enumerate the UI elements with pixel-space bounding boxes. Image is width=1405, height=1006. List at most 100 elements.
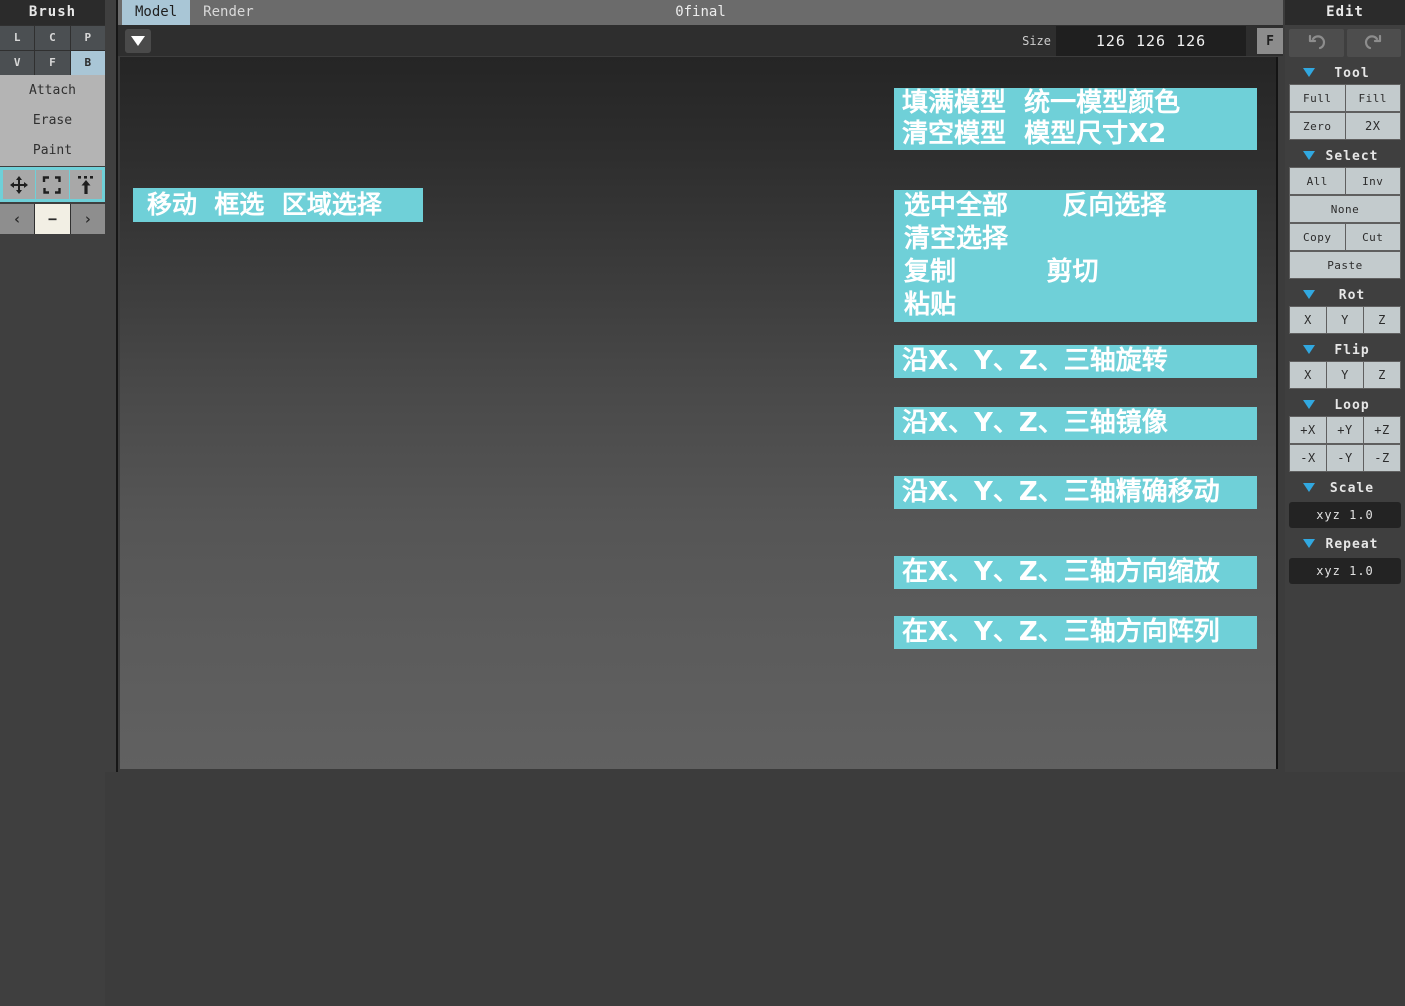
chevron-down-icon (1303, 68, 1315, 77)
section-header-tool[interactable]: Tool (1289, 62, 1401, 84)
annotation-line: 在X、Y、Z、三轴方向缩放 (902, 557, 1220, 587)
brush-shape-p[interactable]: P (70, 26, 105, 50)
section-header-rot[interactable]: Rot (1289, 284, 1401, 306)
button-row: XYZ (1289, 306, 1401, 334)
button-row: Paste (1289, 251, 1401, 279)
section-label: Tool (1334, 65, 1370, 81)
flip-button-x[interactable]: X (1290, 362, 1326, 388)
annotation-line: 在X、Y、Z、三轴方向阵列 (902, 617, 1220, 647)
rot-button-x[interactable]: X (1290, 307, 1326, 333)
button-row: Full Fill (1289, 84, 1401, 112)
redo-icon (1364, 34, 1381, 50)
annotation-move-select: 移动 框选 区域选择 (133, 188, 423, 222)
button-row: -X -Y -Z (1289, 444, 1401, 472)
prev-button[interactable]: ‹ (0, 204, 35, 234)
brush-shape-l[interactable]: L (0, 26, 35, 50)
annotation-line: 选中全部 反向选择 (904, 191, 1167, 221)
select-button-paste[interactable]: Paste (1290, 252, 1400, 278)
tool-button-full[interactable]: Full (1290, 85, 1345, 111)
button-row: Copy Cut (1289, 223, 1401, 251)
size-input[interactable]: 126 126 126 (1056, 26, 1246, 56)
section-label: Flip (1334, 342, 1370, 358)
flip-button-z[interactable]: Z (1364, 362, 1400, 388)
viewport-canvas[interactable]: 移动 框选 区域选择 填满模型 统一模型颜色 清空模型 模型尺寸X2 选中全部 反向选… (120, 57, 1278, 769)
loop-button-minusx[interactable]: -X (1290, 445, 1326, 471)
frame-button[interactable]: F (1257, 28, 1283, 54)
box-select-icon[interactable] (36, 170, 69, 199)
select-button-none[interactable]: None (1290, 196, 1400, 222)
tool-button-zero[interactable]: Zero (1290, 113, 1345, 139)
section-label: Scale (1329, 480, 1375, 496)
section-header-select[interactable]: Select (1289, 145, 1401, 167)
flip-button-y[interactable]: Y (1327, 362, 1363, 388)
size-label: Size (1022, 34, 1051, 48)
brush-shape-row-2: V F B (0, 50, 105, 75)
select-button-cut[interactable]: Cut (1345, 224, 1400, 250)
section-buttons-flip: XYZ (1289, 361, 1401, 389)
loop-button-plusy[interactable]: +Y (1327, 417, 1363, 443)
tab-model[interactable]: Model (122, 0, 191, 25)
rot-button-z[interactable]: Z (1364, 307, 1400, 333)
brush-shape-c[interactable]: C (35, 26, 70, 50)
annotation-line: 填满模型 统一模型颜色 (902, 88, 1181, 118)
next-button[interactable]: › (70, 204, 105, 234)
annotation-line: 清空选择 (904, 224, 1009, 254)
redo-button[interactable] (1346, 29, 1401, 57)
section-buttons-loop: +X +Y +Z -X -Y -Z (1289, 416, 1401, 472)
brush-mode-paint[interactable]: Paint (0, 136, 105, 166)
annotation-line: 清空模型 模型尺寸X2 (902, 119, 1167, 149)
loop-button-plusx[interactable]: +X (1290, 417, 1326, 443)
button-row: XYZ (1289, 361, 1401, 389)
brush-mode-attach[interactable]: Attach (0, 76, 105, 106)
undo-button[interactable] (1289, 29, 1344, 57)
section-header-flip[interactable]: Flip (1289, 339, 1401, 361)
brush-shape-v[interactable]: V (0, 51, 35, 75)
document-title: 0final (675, 4, 726, 20)
section-header-loop[interactable]: Loop (1289, 394, 1401, 416)
loop-button-minusz[interactable]: -Z (1364, 445, 1400, 471)
brush-shape-row-1: L C P (0, 25, 105, 50)
repeat-input[interactable]: xyz 1.0 (1289, 558, 1401, 584)
toolbar-dropdown-button[interactable] (125, 29, 151, 53)
brush-mode-erase[interactable]: Erase (0, 106, 105, 136)
scale-input[interactable]: xyz 1.0 (1289, 502, 1401, 528)
rot-button-y[interactable]: Y (1327, 307, 1363, 333)
tab-render[interactable]: Render (190, 0, 267, 25)
annotation-select: 选中全部 反向选择 清空选择 复制 剪切 粘贴 (894, 190, 1257, 322)
left-brush-panel: Brush L C P V F B Attach Erase Paint ‹ −… (0, 0, 105, 1006)
left-panel-filler (0, 234, 105, 1006)
edit-sections: Tool Full Fill Zero 2X Select All Inv None Copy Cu… (1289, 62, 1401, 584)
select-button-copy[interactable]: Copy (1290, 224, 1345, 250)
undo-icon (1309, 34, 1326, 50)
select-button-all[interactable]: All (1290, 168, 1345, 194)
loop-button-plusz[interactable]: +Z (1364, 417, 1400, 443)
annotation-line: 沿X、Y、Z、三轴精确移动 (902, 477, 1220, 507)
section-header-scale[interactable]: Scale (1289, 477, 1401, 499)
section-header-repeat[interactable]: Repeat (1289, 533, 1401, 555)
section-label: Select (1325, 148, 1379, 164)
minus-button[interactable]: − (35, 204, 70, 234)
loop-button-minusy[interactable]: -Y (1327, 445, 1363, 471)
annotation-line: 移动 框选 区域选择 (147, 190, 382, 219)
chevron-down-icon (131, 36, 145, 46)
top-tab-bar: 0final Model Render (118, 0, 1283, 26)
button-row: +X +Y +Z (1289, 416, 1401, 444)
annotation-mirror: 沿X、Y、Z、三轴镜像 (894, 407, 1257, 440)
annotation-rotate: 沿X、Y、Z、三轴旋转 (894, 345, 1257, 378)
tool-button-fill[interactable]: Fill (1345, 85, 1400, 111)
annotation-array: 在X、Y、Z、三轴方向阵列 (894, 616, 1257, 649)
annotation-line: 粘贴 (904, 290, 957, 320)
brush-shape-b[interactable]: B (70, 51, 105, 75)
left-panel-title: Brush (0, 0, 105, 25)
annotation-scale: 在X、Y、Z、三轴方向缩放 (894, 556, 1257, 589)
move-icon[interactable] (3, 170, 36, 199)
brush-mode-list: Attach Erase Paint (0, 75, 105, 166)
left-panel-edge (105, 0, 118, 772)
section-buttons-tool: Full Fill Zero 2X (1289, 84, 1401, 140)
section-label: Loop (1334, 397, 1370, 413)
region-select-icon[interactable] (69, 170, 102, 199)
tool-button-2x[interactable]: 2X (1345, 113, 1400, 139)
annotation-tool: 填满模型 统一模型颜色 清空模型 模型尺寸X2 (894, 88, 1257, 150)
select-button-inv[interactable]: Inv (1345, 168, 1400, 194)
brush-shape-f[interactable]: F (35, 51, 70, 75)
